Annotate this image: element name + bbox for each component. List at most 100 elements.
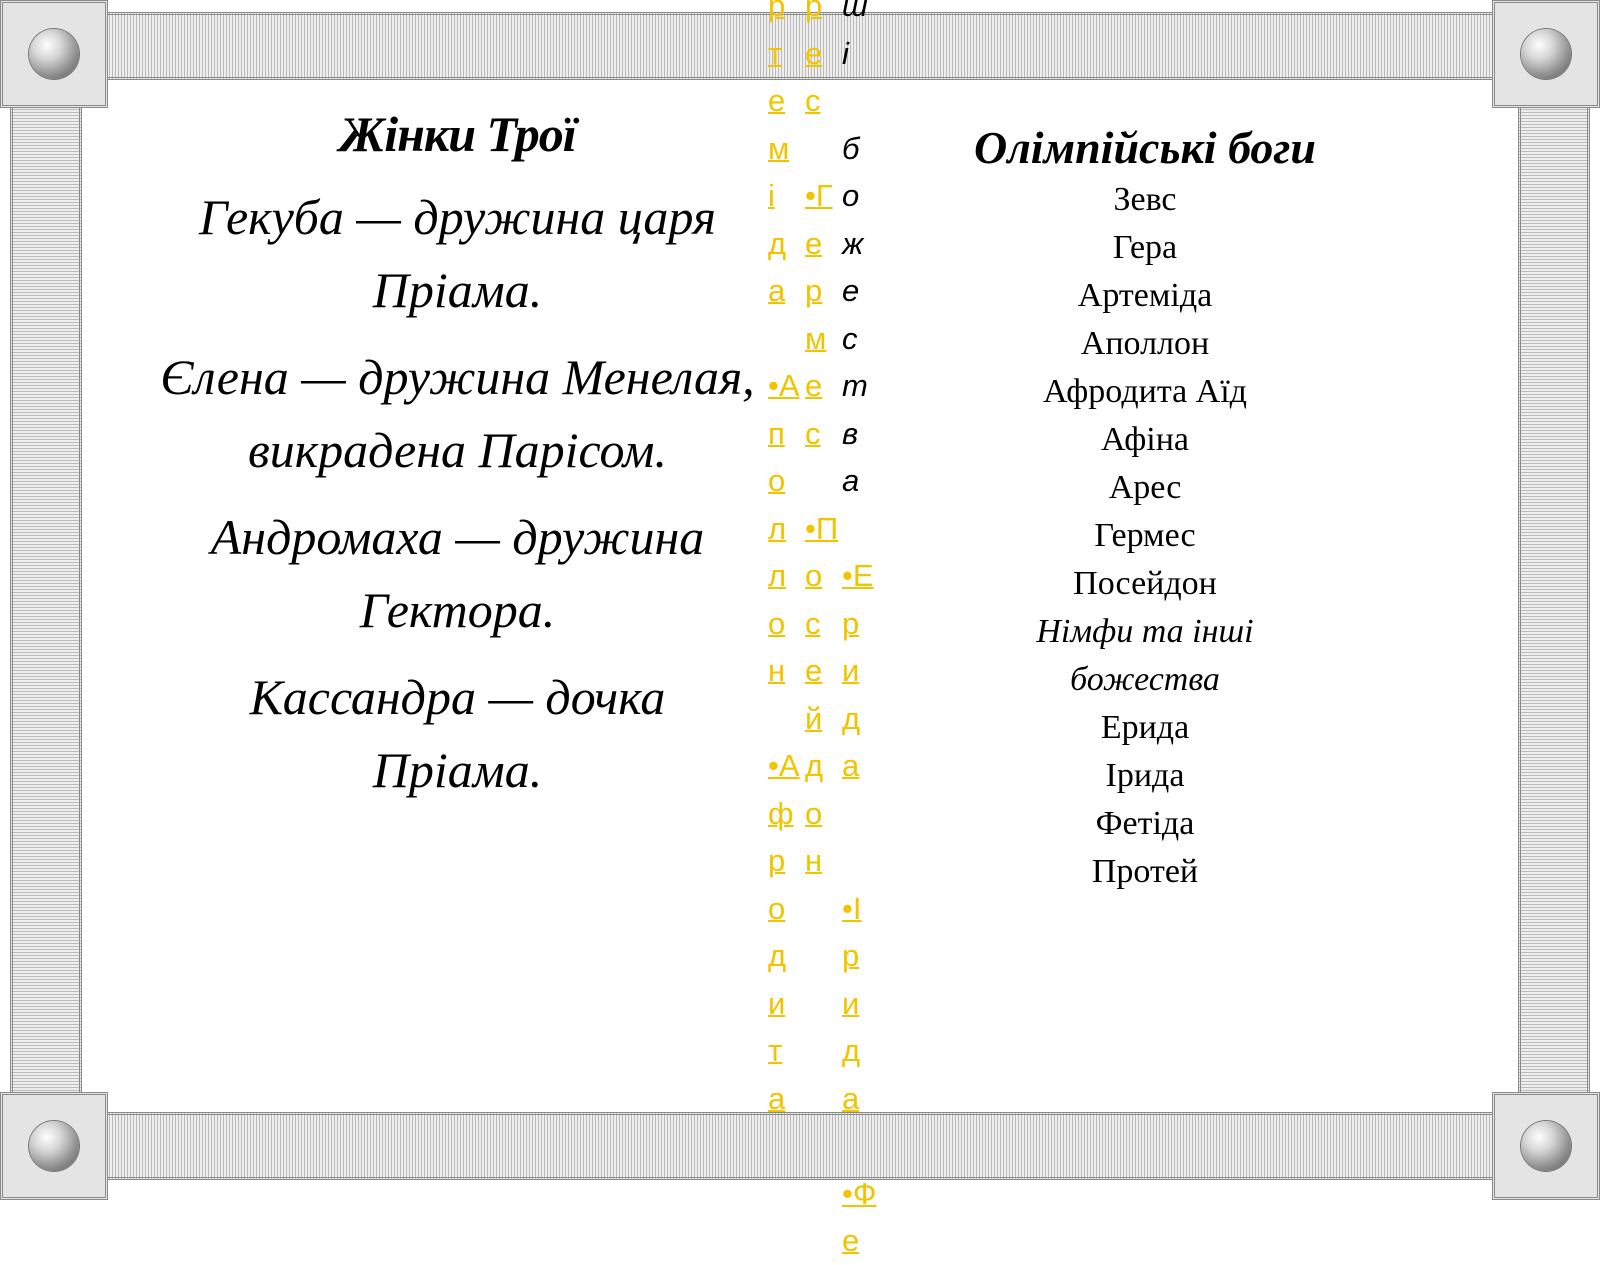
- overflow-char[interactable]: •П: [805, 505, 845, 553]
- overflow-char[interactable]: •Г: [805, 172, 845, 220]
- overflow-char[interactable]: д: [842, 1027, 882, 1075]
- overflow-char[interactable]: е: [805, 362, 845, 410]
- god-name: Посейдон: [1073, 565, 1217, 602]
- overflow-char[interactable]: о: [768, 457, 808, 505]
- overflow-char: [842, 790, 882, 838]
- overflow-char[interactable]: р: [805, 267, 845, 315]
- gods-title: Олімпійські боги: [973, 122, 1316, 173]
- overflow-char: [805, 125, 845, 173]
- gods-list: Зевс Гера Артеміда Аполлон Афродита Аїд Афіна…: [900, 176, 1390, 896]
- overflow-char: в: [842, 415, 859, 451]
- overflow-char[interactable]: н: [768, 647, 808, 695]
- overflow-char[interactable]: е: [842, 1217, 882, 1265]
- overflow-char[interactable]: а: [768, 267, 808, 315]
- overflow-char[interactable]: р: [768, 837, 808, 885]
- woman-item: Єлена — дружина Менелая, викрадена Паріс…: [160, 349, 755, 478]
- overflow-char[interactable]: •Ф: [842, 1170, 882, 1218]
- overflow-char[interactable]: а: [842, 742, 882, 790]
- overflow-char[interactable]: д: [768, 220, 808, 268]
- overflow-char: [842, 1122, 882, 1170]
- overflow-column-2: р е с •Г е р м е с •П о с е й д о н: [805, 0, 845, 885]
- women-of-troy-section: Жінки Трої Гекуба — дружина царя Пріама.…: [160, 105, 755, 821]
- frame-bottom-bar: [100, 1112, 1500, 1180]
- overflow-char: [768, 695, 808, 743]
- olympian-gods-section: Олімпійські боги Зевс Гера Артеміда Аполлон…: [900, 120, 1390, 896]
- god-name: Фетіда: [1095, 805, 1195, 842]
- overflow-char: [768, 315, 808, 363]
- overflow-column-3: ш і б о ж е с т в а •Е р и д а •І р и д а •Ф е: [842, 0, 882, 1265]
- frame-left-bar: [10, 100, 82, 1100]
- overflow-char[interactable]: м: [805, 315, 845, 363]
- knob-icon: [1521, 1121, 1571, 1171]
- overflow-char[interactable]: с: [805, 77, 845, 125]
- overflow-char[interactable]: д: [805, 742, 845, 790]
- overflow-char: о: [842, 178, 860, 213]
- god-name: Артеміда: [1077, 277, 1213, 314]
- overflow-char[interactable]: й: [805, 695, 845, 743]
- overflow-char[interactable]: л: [768, 552, 808, 600]
- overflow-char[interactable]: р: [842, 600, 882, 648]
- overflow-char: ш: [842, 0, 868, 23]
- woman-item: Кассандра — дочка Пріама.: [249, 669, 666, 798]
- overflow-char[interactable]: о: [805, 552, 845, 600]
- overflow-char[interactable]: р: [768, 0, 808, 30]
- god-name: Протей: [1091, 853, 1199, 890]
- overflow-char[interactable]: е: [805, 30, 845, 78]
- woman-item: Андромаха — дружина Гектора.: [210, 509, 705, 638]
- overflow-char[interactable]: о: [768, 885, 808, 933]
- overflow-char: [842, 505, 882, 553]
- overflow-char[interactable]: е: [805, 220, 845, 268]
- overflow-char[interactable]: •Е: [842, 552, 882, 600]
- overflow-char[interactable]: и: [842, 980, 882, 1028]
- overflow-char: [805, 457, 845, 505]
- overflow-char[interactable]: л: [768, 505, 808, 553]
- overflow-char[interactable]: •І: [842, 885, 882, 933]
- god-name: Ерида: [1100, 709, 1190, 746]
- frame-corner-top-right: [1492, 0, 1600, 108]
- god-name: Афродита Аїд: [1043, 373, 1247, 410]
- frame-corner-bottom-left: [0, 1092, 108, 1200]
- frame-corner-top-left: [0, 0, 108, 108]
- god-name: Німфи та інші: [1036, 613, 1254, 650]
- overflow-char[interactable]: і: [768, 172, 808, 220]
- overflow-char[interactable]: с: [805, 600, 845, 648]
- overflow-char[interactable]: а: [842, 1075, 882, 1123]
- overflow-char[interactable]: р: [842, 932, 882, 980]
- god-name: Ірида: [1105, 757, 1185, 794]
- overflow-char[interactable]: е: [805, 647, 845, 695]
- overflow-char[interactable]: м: [768, 125, 808, 173]
- overflow-char[interactable]: д: [768, 932, 808, 980]
- overflow-char[interactable]: •А: [768, 362, 808, 410]
- god-name: Зевс: [1113, 181, 1177, 218]
- overflow-char[interactable]: т: [768, 1027, 808, 1075]
- overflow-char[interactable]: и: [842, 647, 882, 695]
- overflow-char[interactable]: с: [805, 410, 845, 458]
- overflow-char: ж: [842, 225, 864, 261]
- overflow-char[interactable]: е: [768, 77, 808, 125]
- overflow-char[interactable]: •А: [768, 742, 808, 790]
- overflow-char: [842, 837, 882, 885]
- frame-right-bar: [1518, 100, 1590, 1100]
- god-name: Аполлон: [1080, 325, 1210, 362]
- overflow-char[interactable]: и: [768, 980, 808, 1028]
- overflow-column-1: р т е м і д а •А п о л л о н •А ф р о д и т а: [768, 0, 808, 1122]
- overflow-char[interactable]: о: [768, 600, 808, 648]
- overflow-char[interactable]: т: [768, 30, 808, 78]
- overflow-char: б: [842, 130, 860, 166]
- god-name: Гера: [1112, 229, 1178, 266]
- overflow-char: а: [842, 463, 860, 498]
- god-name: божества: [1070, 661, 1220, 698]
- overflow-char[interactable]: н: [805, 837, 845, 885]
- overflow-char[interactable]: р: [805, 0, 845, 30]
- overflow-char[interactable]: ф: [768, 790, 808, 838]
- overflow-char[interactable]: д: [842, 695, 882, 743]
- woman-item: Гекуба — дружина царя Пріама.: [199, 189, 716, 318]
- knob-icon: [1521, 29, 1571, 79]
- god-name: Гермес: [1094, 517, 1196, 554]
- overflow-char[interactable]: о: [805, 790, 845, 838]
- women-title: Жінки Трої: [339, 106, 576, 162]
- overflow-char[interactable]: п: [768, 410, 808, 458]
- overflow-char: [842, 77, 882, 125]
- overflow-char[interactable]: а: [768, 1075, 808, 1123]
- knob-icon: [29, 29, 79, 79]
